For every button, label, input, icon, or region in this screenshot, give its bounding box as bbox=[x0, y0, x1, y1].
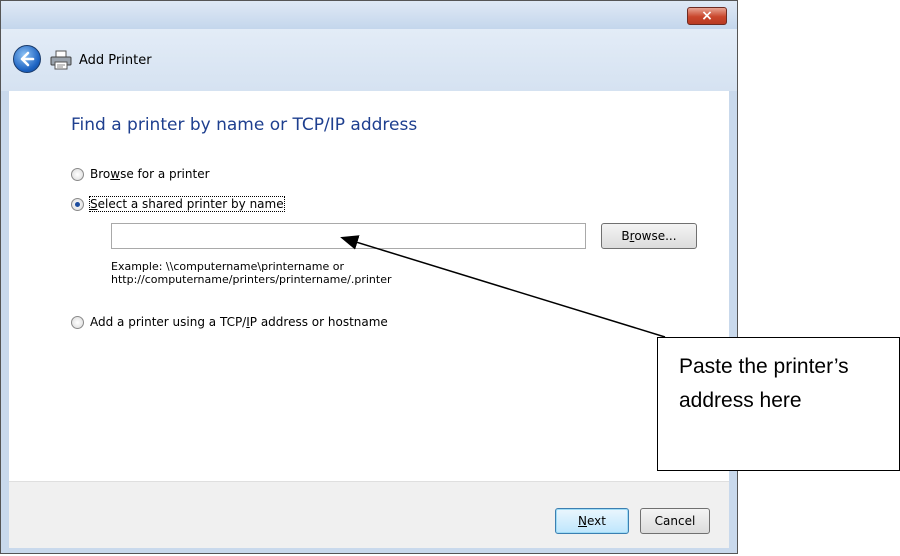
annotation-arrow-icon bbox=[340, 235, 666, 338]
